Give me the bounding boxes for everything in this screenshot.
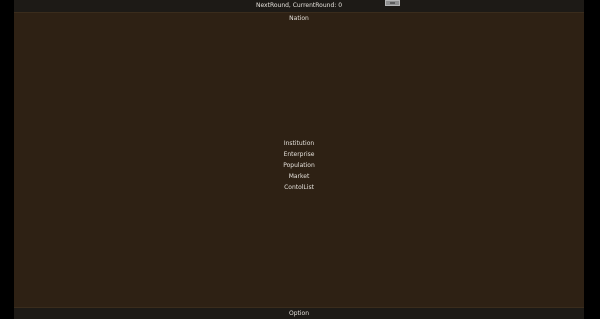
nation-button[interactable]: Nation (14, 14, 584, 23)
menu-item-institution[interactable]: Institution (259, 138, 339, 149)
menu-item-market[interactable]: Market (259, 171, 339, 182)
game-frame: NextRound, CurrentRound: 0 Nation Instit… (14, 0, 584, 319)
menu-item-control-list[interactable]: ContolList (259, 182, 339, 193)
next-round-button[interactable]: NextRound, CurrentRound: 0 (14, 1, 584, 11)
menu-item-population[interactable]: Population (259, 160, 339, 171)
menu-item-enterprise[interactable]: Enterprise (259, 149, 339, 160)
minimized-image-icon[interactable] (385, 0, 400, 6)
main-menu: Institution Enterprise Population Market… (14, 138, 584, 193)
top-bar: NextRound, CurrentRound: 0 (14, 0, 584, 13)
bottom-bar: Option (14, 307, 584, 319)
